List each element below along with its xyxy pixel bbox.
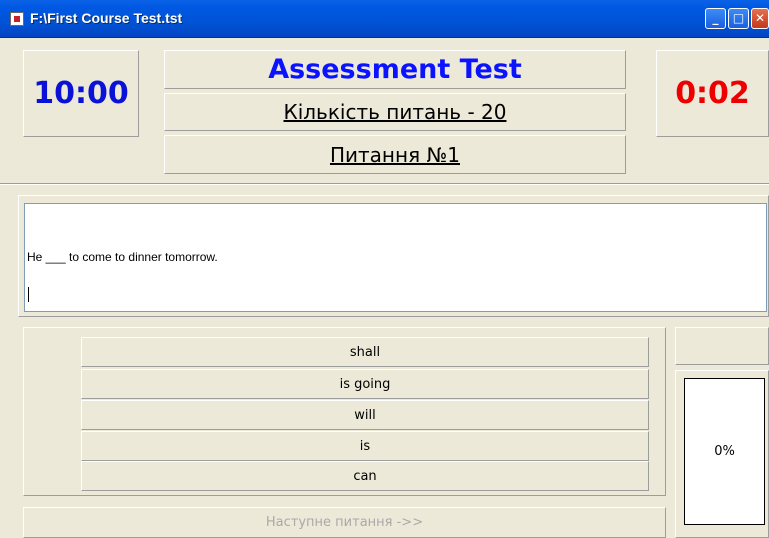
answer-button[interactable]: can (81, 461, 649, 491)
answer-button[interactable]: is (81, 431, 649, 461)
progress-indicator: 0% (684, 378, 765, 525)
window-title: F:\First Course Test.tst (30, 10, 183, 26)
side-info-panel (675, 327, 769, 365)
answer-button[interactable]: will (81, 400, 649, 430)
answer-button[interactable]: shall (81, 337, 649, 367)
question-count: Кількість питань - 20 (164, 93, 626, 131)
time-limit-display: 10:00 (23, 50, 139, 137)
next-question-button[interactable]: Наступне питання ->> (23, 507, 666, 538)
minimize-button[interactable]: _ (705, 8, 726, 29)
answer-button[interactable]: is going (81, 369, 649, 399)
header-divider (0, 183, 769, 185)
elapsed-time-display: 0:02 (656, 50, 769, 137)
app-icon[interactable] (10, 12, 24, 26)
maximize-button[interactable]: □ (728, 8, 749, 29)
question-number: Питання №1 (164, 135, 626, 174)
close-button[interactable]: ✕ (751, 8, 769, 29)
question-text: He ___ to come to dinner tomorrow. (27, 250, 218, 264)
test-title: Assessment Test (164, 50, 626, 89)
text-caret (28, 287, 29, 302)
